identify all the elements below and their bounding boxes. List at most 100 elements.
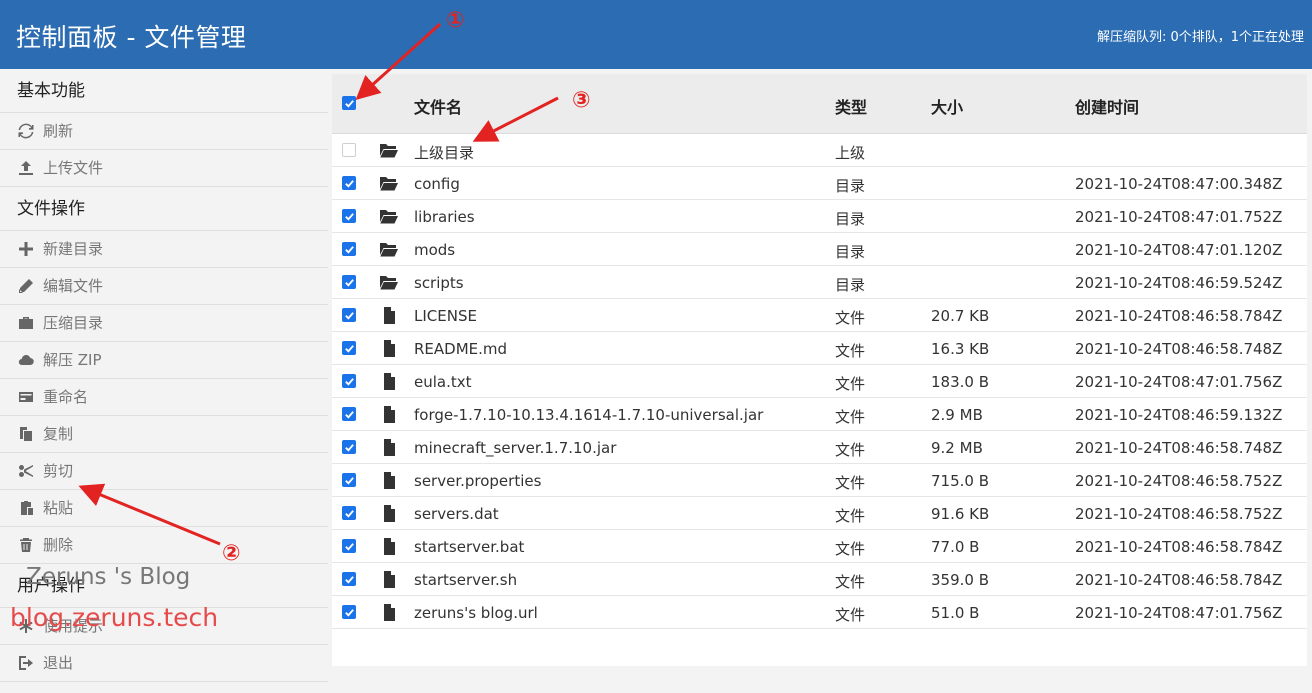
column-header-size[interactable]: 大小 [931,94,963,118]
table-row[interactable]: libraries 目录 2021-10-24T08:47:01.752Z [332,200,1307,233]
pencil-icon [17,277,35,295]
file-name-link[interactable]: server.properties [414,472,541,490]
table-row[interactable]: server.properties 文件 715.0 B 2021-10-24T08:… [332,464,1307,497]
table-body: 上级目录 上级 config 目录 2021-10-24T08:47:00.348Z li… [332,134,1307,629]
cloud-icon [17,351,35,369]
file-name-link[interactable]: config [414,175,460,193]
file-size: 183.0 B [931,373,990,391]
file-name-link[interactable]: minecraft_server.1.7.10.jar [414,439,616,457]
file-name-link[interactable]: 上级目录 [414,142,474,163]
file-size: 20.7 KB [931,307,990,325]
sidebar-item-label: 剪切 [43,461,74,480]
file-type: 目录 [835,276,866,294]
file-name-link[interactable]: libraries [414,208,475,226]
upload-icon [17,159,35,177]
folder-icon [379,274,399,292]
file-type: 文件 [835,606,866,624]
sidebar-item-cloud[interactable]: 解压 ZIP [0,342,328,379]
file-name-link[interactable]: scripts [414,274,464,292]
sidebar-item-upload[interactable]: 上传文件 [0,150,328,187]
file-size: 16.3 KB [931,340,990,358]
copy-icon [17,425,35,443]
row-checkbox[interactable] [342,440,356,454]
page-title: 控制面板 - 文件管理 [16,23,247,52]
file-name-link[interactable]: forge-1.7.10-10.13.4.1614-1.7.10-univers… [414,406,763,424]
table-row[interactable]: config 目录 2021-10-24T08:47:00.348Z [332,167,1307,200]
table-row[interactable]: README.md 文件 16.3 KB 2021-10-24T08:46:58.74… [332,332,1307,365]
row-checkbox[interactable] [342,374,356,388]
row-checkbox[interactable] [342,539,356,553]
row-checkbox[interactable] [342,143,356,157]
file-created-time: 2021-10-24T08:46:59.524Z [1075,274,1283,292]
sidebar-item-card[interactable]: 重命名 [0,379,328,416]
sidebar-item-label: 新建目录 [43,239,104,258]
file-name-link[interactable]: servers.dat [414,505,499,523]
row-checkbox[interactable] [342,572,356,586]
table-row[interactable]: startserver.bat 文件 77.0 B 2021-10-24T08:46:… [332,530,1307,563]
sidebar-item-briefcase[interactable]: 压缩目录 [0,305,328,342]
file-name-link[interactable]: mods [414,241,455,259]
annotation-2: ② [222,541,241,566]
file-name-link[interactable]: startserver.bat [414,538,524,556]
sidebar-item-paste[interactable]: 粘贴 [0,490,328,527]
file-size: 77.0 B [931,538,980,556]
row-checkbox[interactable] [342,473,356,487]
unzip-queue-status: 解压缩队列: 0个排队，1个正在处理 [1096,30,1304,45]
column-header-name[interactable]: 文件名 [414,94,462,118]
sidebar-item-logout[interactable]: 退出 [0,645,328,682]
sidebar-item-copy[interactable]: 复制 [0,416,328,453]
file-size: 9.2 MB [931,439,983,457]
file-name-link[interactable]: startserver.sh [414,571,517,589]
sidebar-item-pencil[interactable]: 编辑文件 [0,268,328,305]
table-row[interactable]: forge-1.7.10-10.13.4.1614-1.7.10-univers… [332,398,1307,431]
table-row[interactable]: zeruns's blog.url 文件 51.0 B 2021-10-24T08:4… [332,596,1307,629]
sidebar-item-label: 压缩目录 [43,313,104,332]
folder-icon [379,241,399,259]
row-checkbox[interactable] [342,506,356,520]
table-row[interactable]: startserver.sh 文件 359.0 B 2021-10-24T08:46:… [332,563,1307,596]
row-checkbox[interactable] [342,176,356,190]
file-type: 文件 [835,342,866,360]
file-name-link[interactable]: zeruns's blog.url [414,604,538,622]
column-header-type[interactable]: 类型 [835,94,867,118]
row-checkbox[interactable] [342,242,356,256]
table-row[interactable]: minecraft_server.1.7.10.jar 文件 9.2 MB 2021-… [332,431,1307,464]
sidebar-item-label: 退出 [43,653,74,672]
sidebar-item-trash[interactable]: 删除 [0,527,328,564]
file-created-time: 2021-10-24T08:47:01.756Z [1075,604,1283,622]
file-size: 2.9 MB [931,406,983,424]
column-header-time[interactable]: 创建时间 [1075,94,1139,118]
select-all-checkbox[interactable] [342,96,356,110]
table-row[interactable]: scripts 目录 2021-10-24T08:46:59.524Z [332,266,1307,299]
file-table: 文件名 类型 大小 创建时间 上级目录 上级 config 目录 2021-10-24T… [332,74,1307,666]
row-checkbox[interactable] [342,209,356,223]
row-checkbox[interactable] [342,275,356,289]
file-name-link[interactable]: eula.txt [414,373,472,391]
file-icon [379,604,399,622]
app-header: 控制面板 - 文件管理 解压缩队列: 0个排队，1个正在处理 [0,0,1312,69]
file-icon [379,373,399,391]
sidebar-item-refresh[interactable]: 刷新 [0,113,328,150]
sidebar-item-scissors[interactable]: 剪切 [0,453,328,490]
row-checkbox[interactable] [342,407,356,421]
row-checkbox[interactable] [342,341,356,355]
file-type: 文件 [835,408,866,426]
sidebar-item-plus[interactable]: 新建目录 [0,231,328,268]
folder-icon [379,175,399,193]
row-checkbox[interactable] [342,308,356,322]
table-row[interactable]: LICENSE 文件 20.7 KB 2021-10-24T08:46:58.784Z [332,299,1307,332]
file-name-link[interactable]: LICENSE [414,307,477,325]
sidebar-item-label: 粘贴 [43,498,74,517]
file-name-link[interactable]: README.md [414,340,507,358]
file-type: 目录 [835,210,866,228]
folder-icon [379,208,399,226]
table-row[interactable]: eula.txt 文件 183.0 B 2021-10-24T08:47:01.756… [332,365,1307,398]
refresh-icon [17,122,35,140]
table-header: 文件名 类型 大小 创建时间 [332,74,1307,134]
row-checkbox[interactable] [342,605,356,619]
table-row[interactable]: 上级目录 上级 [332,134,1307,167]
table-row[interactable]: servers.dat 文件 91.6 KB 2021-10-24T08:46:58.… [332,497,1307,530]
file-type: 文件 [835,474,866,492]
plus-icon [17,240,35,258]
table-row[interactable]: mods 目录 2021-10-24T08:47:01.120Z [332,233,1307,266]
